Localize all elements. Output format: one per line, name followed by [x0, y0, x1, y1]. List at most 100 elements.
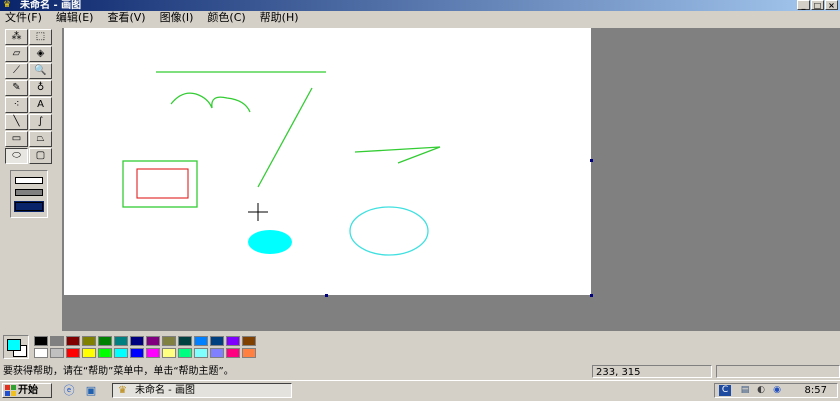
system-tray: C ▤ ◐ ◉ 8:57	[714, 383, 838, 398]
palette-color-18[interactable]	[98, 348, 112, 358]
status-help-text: 要获得帮助，请在“帮助”菜单中，单击“帮助主题”。	[3, 366, 234, 377]
palette-color-16[interactable]	[66, 348, 80, 358]
ellipse-icon: ⬭	[12, 150, 21, 161]
tool-free-select[interactable]: ⁂	[5, 29, 28, 45]
palette-color-4[interactable]	[98, 336, 112, 346]
palette-color-9[interactable]	[178, 336, 192, 346]
palette-color-8[interactable]	[162, 336, 176, 346]
resize-handle-corner[interactable]	[590, 294, 593, 297]
palette-color-19[interactable]	[114, 348, 128, 358]
taskbar-item-label: 未命名 - 画图	[135, 385, 195, 396]
network-icon[interactable]: ▤	[739, 385, 751, 396]
palette-color-15[interactable]	[50, 348, 64, 358]
canvas-workspace	[62, 28, 840, 331]
palette-color-27[interactable]	[242, 348, 256, 358]
menu-image[interactable]: 图像(I)	[153, 11, 201, 25]
palette-color-6[interactable]	[130, 336, 144, 346]
tool-pick-color[interactable]: ⟋	[5, 63, 28, 79]
menu-view[interactable]: 查看(V)	[100, 11, 152, 25]
polygon-icon: ⏢	[36, 133, 45, 144]
fill-option-outline[interactable]	[15, 176, 43, 184]
palette-color-24[interactable]	[194, 348, 208, 358]
clock: 8:57	[804, 385, 827, 396]
status-size-pane	[716, 365, 840, 378]
palette-color-14[interactable]	[34, 348, 48, 358]
tool-eraser[interactable]: ▱	[5, 46, 28, 62]
palette-color-5[interactable]	[114, 336, 128, 346]
internet-explorer-icon[interactable]: ⓔ	[62, 384, 76, 397]
line-icon: ╲	[13, 116, 20, 127]
window-title: 未命名 - 画图	[20, 0, 82, 11]
palette-color-26[interactable]	[226, 348, 240, 358]
palette-color-22[interactable]	[162, 348, 176, 358]
palette-color-25[interactable]	[210, 348, 224, 358]
tool-curve[interactable]: ∫	[29, 114, 52, 130]
resize-handle-right[interactable]	[590, 159, 593, 162]
current-colors[interactable]	[3, 335, 29, 359]
palette-color-17[interactable]	[82, 348, 96, 358]
tool-text[interactable]: A	[29, 97, 52, 113]
palette-color-12[interactable]	[226, 336, 240, 346]
palette-color-13[interactable]	[242, 336, 256, 346]
close-button[interactable]: ×	[825, 0, 838, 10]
fill-bucket-icon: ◈	[36, 48, 45, 59]
menu-colors[interactable]: 颜色(C)	[200, 11, 252, 25]
start-label: 开始	[18, 385, 38, 396]
taskbar-item-paint[interactable]: ♛ 未命名 - 画图	[112, 383, 292, 398]
palette-color-2[interactable]	[66, 336, 80, 346]
start-button[interactable]: 开始	[2, 383, 52, 398]
fill-option-outline-fill[interactable]	[15, 189, 43, 197]
tool-brush[interactable]: ♁	[29, 80, 52, 96]
canvas-drawing[interactable]	[62, 28, 840, 331]
tool-line[interactable]: ╲	[5, 114, 28, 130]
title-bar[interactable]: ♛ 未命名 - 画图 _ □ ×	[0, 0, 840, 11]
tool-airbrush[interactable]: ⁖	[5, 97, 28, 113]
paint-icon: ♛	[118, 385, 127, 396]
rounded-rect-icon: ▢	[35, 150, 46, 161]
foreground-color-swatch[interactable]	[7, 339, 21, 351]
palette-color-21[interactable]	[146, 348, 160, 358]
tool-rounded-rectangle[interactable]: ▢	[29, 148, 52, 164]
security-icon[interactable]: ◉	[771, 385, 783, 396]
menu-file[interactable]: 文件(F)	[0, 11, 49, 25]
palette-color-23[interactable]	[178, 348, 192, 358]
palette-swatches	[34, 336, 257, 358]
palette-color-11[interactable]	[210, 336, 224, 346]
menu-bar: 文件(F) 编辑(E) 查看(V) 图像(I) 颜色(C) 帮助(H)	[0, 11, 840, 25]
tool-polygon[interactable]: ⏢	[29, 131, 52, 147]
volume-icon[interactable]: ◐	[755, 385, 767, 396]
eyedropper-icon: ⟋	[13, 65, 20, 76]
palette-color-3[interactable]	[82, 336, 96, 346]
tool-pencil[interactable]: ✎	[5, 80, 28, 96]
drawn-ellipse-filled	[248, 230, 292, 254]
minimize-button[interactable]: _	[797, 0, 810, 10]
tool-magnifier[interactable]: 🔍	[29, 63, 52, 79]
tool-rectangle[interactable]: ▭	[5, 131, 28, 147]
show-desktop-icon[interactable]: ▣	[84, 384, 98, 397]
menu-help[interactable]: 帮助(H)	[253, 11, 306, 25]
tool-ellipse[interactable]: ⬭	[5, 148, 28, 164]
maximize-button[interactable]: □	[811, 0, 824, 10]
menu-edit[interactable]: 编辑(E)	[49, 11, 101, 25]
rect-select-icon: ⬚	[35, 31, 46, 42]
palette-color-20[interactable]	[130, 348, 144, 358]
input-method-icon[interactable]: C	[719, 385, 731, 396]
free-select-icon: ⁂	[11, 31, 22, 42]
toolbox: ⁂ ⬚ ▱ ◈ ⟋ 🔍 ✎ ♁ ⁖ A ╲ ∫ ▭ ⏢ ⬭ ▢	[4, 28, 56, 328]
fill-option-solid[interactable]	[14, 201, 44, 213]
resize-handle-bottom[interactable]	[325, 294, 328, 297]
tool-options	[10, 170, 48, 218]
pencil-icon: ✎	[12, 82, 21, 93]
palette-color-10[interactable]	[194, 336, 208, 346]
palette-color-7[interactable]	[146, 336, 160, 346]
palette-color-0[interactable]	[34, 336, 48, 346]
taskbar: 开始 ⓔ ▣ ♛ 未命名 - 画图 C ▤ ◐ ◉ 8:57	[0, 380, 840, 401]
tool-fill[interactable]: ◈	[29, 46, 52, 62]
eraser-icon: ▱	[12, 48, 21, 59]
tool-grid: ⁂ ⬚ ▱ ◈ ⟋ 🔍 ✎ ♁ ⁖ A ╲ ∫ ▭ ⏢ ⬭ ▢	[4, 28, 56, 165]
text-icon: A	[37, 99, 44, 110]
status-bar: 要获得帮助，请在“帮助”菜单中，单击“帮助主题”。 233, 315	[0, 365, 840, 379]
palette-color-1[interactable]	[50, 336, 64, 346]
airbrush-icon: ⁖	[13, 99, 20, 110]
tool-select[interactable]: ⬚	[29, 29, 52, 45]
